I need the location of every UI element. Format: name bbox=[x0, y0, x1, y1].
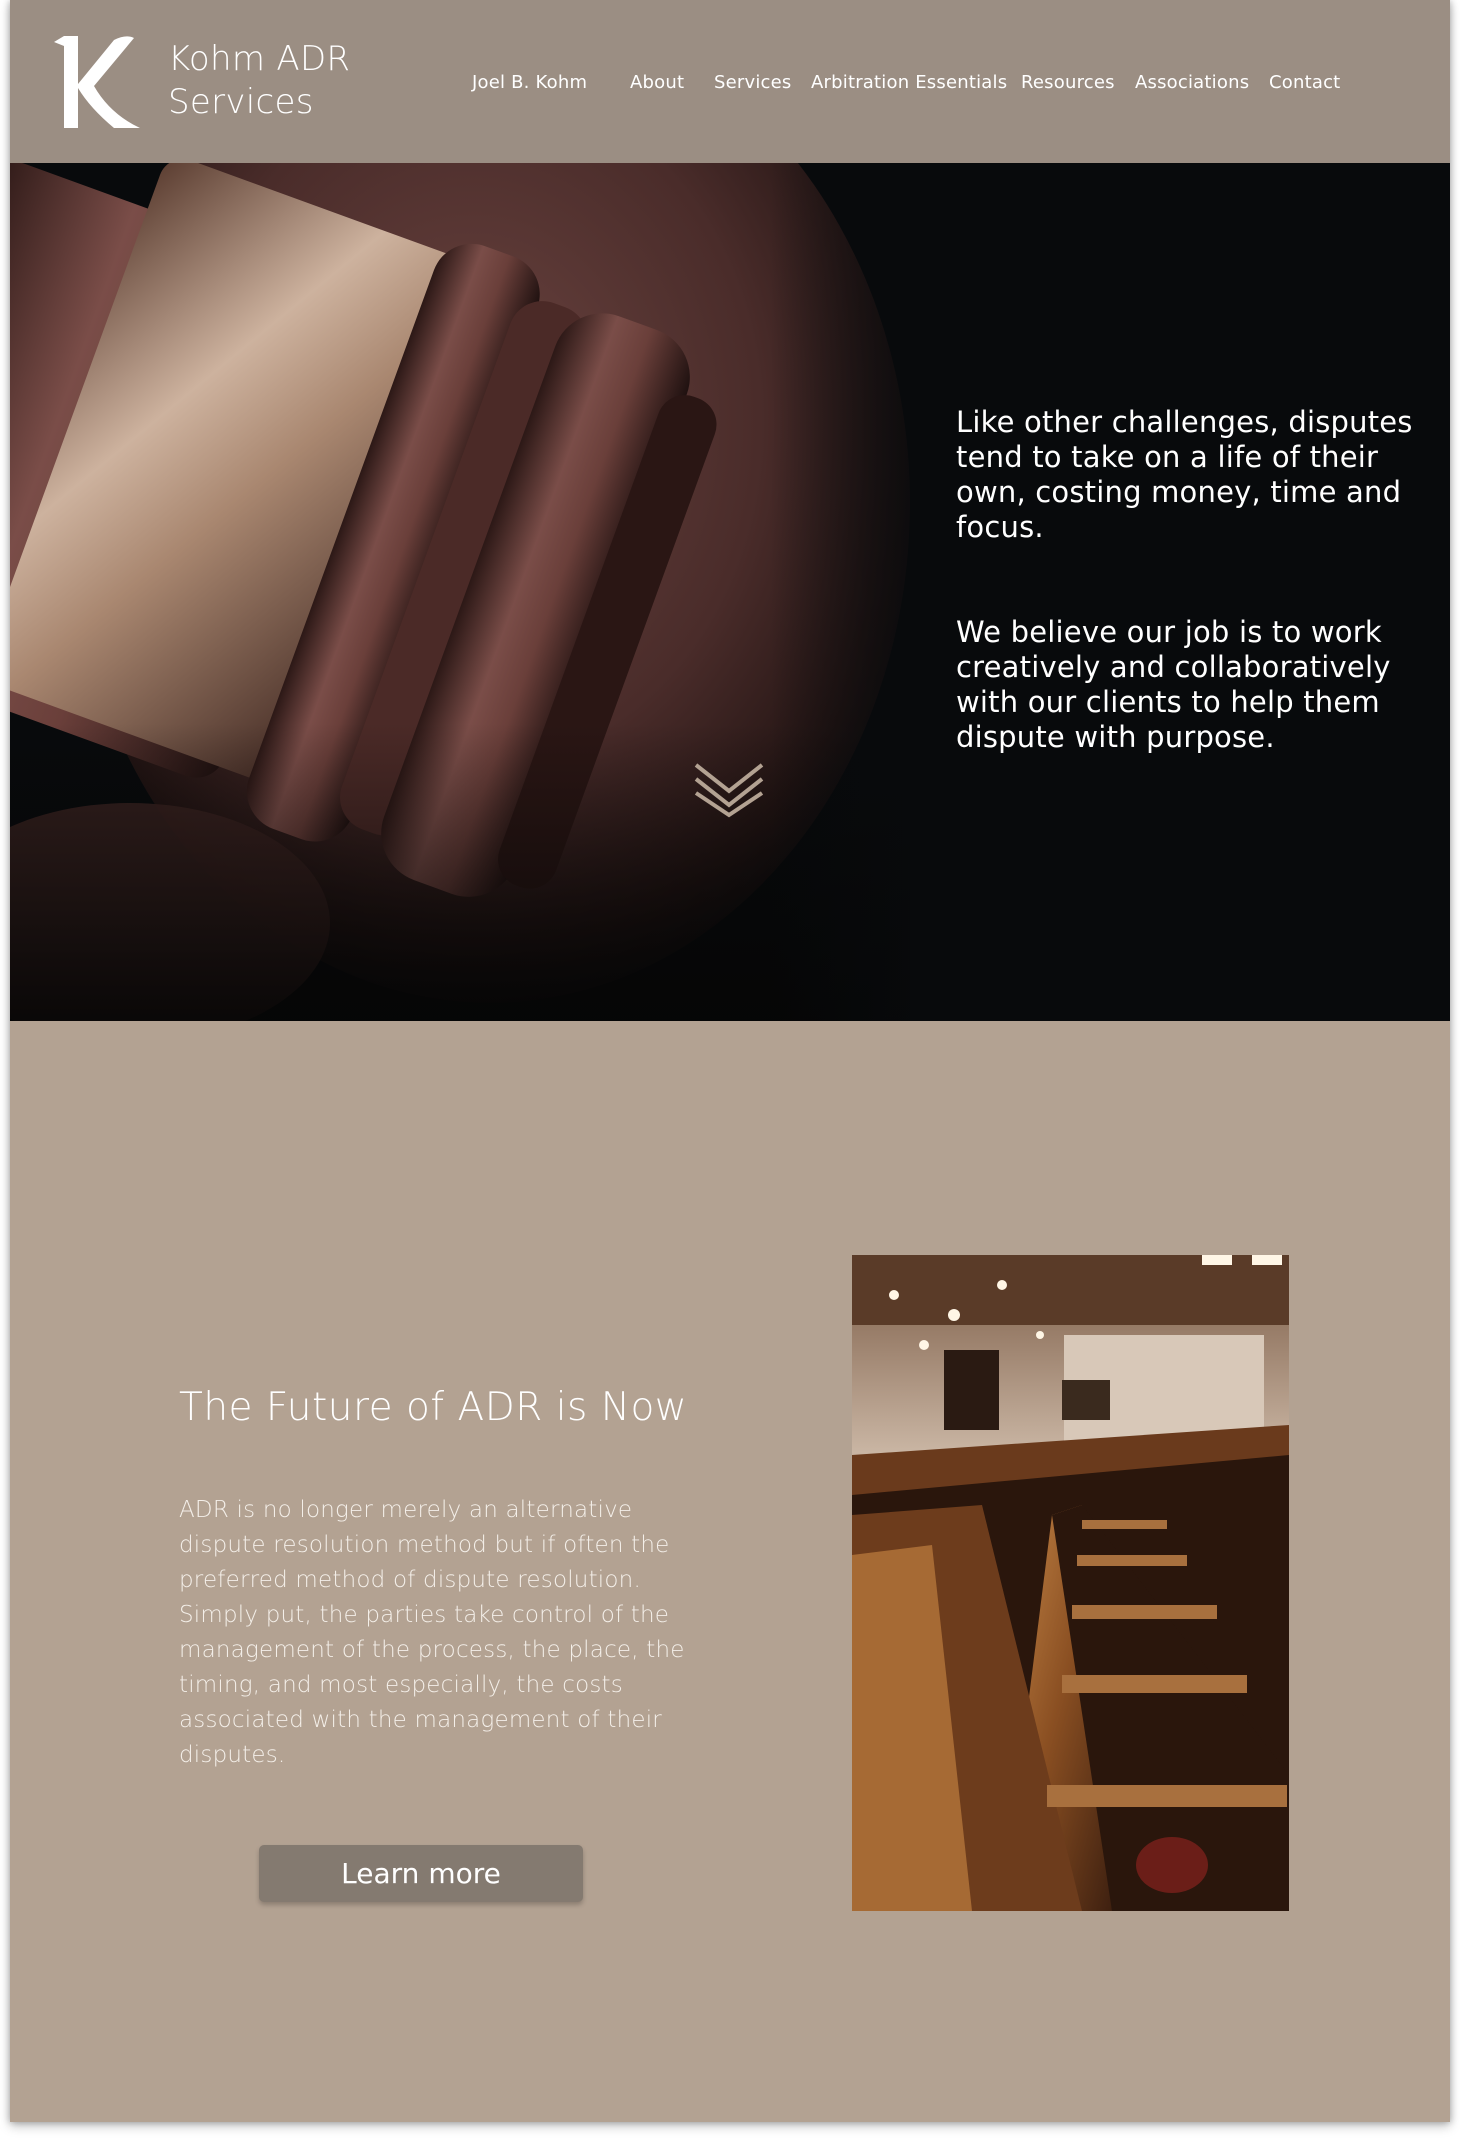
hero-paragraph-2: We believe our job is to work creatively… bbox=[956, 615, 1391, 754]
nav-item-resources[interactable]: Resources bbox=[1021, 70, 1135, 96]
learn-more-button[interactable]: Learn more bbox=[259, 1845, 583, 1902]
nav-item-joel-b-kohm[interactable]: Joel B. Kohm bbox=[472, 70, 630, 96]
future-section: The Future of ADR is Now ADR is no longe… bbox=[10, 1021, 1450, 2122]
brand-line-2: Services bbox=[168, 82, 314, 122]
site-header: Kohm ADR Services Joel B. Kohm About Ser… bbox=[10, 0, 1450, 163]
main-nav: Joel B. Kohm About Services Arbitration … bbox=[472, 70, 1349, 96]
brand-line-1: Kohm ADR bbox=[168, 39, 351, 79]
hero-section: Like other challenges, disputes tend to … bbox=[10, 163, 1450, 1021]
hero-text: Like other challenges, disputes tend to … bbox=[956, 405, 1426, 755]
section-body: ADR is no longer merely an alternative d… bbox=[179, 1497, 685, 1768]
courtroom-pews-image bbox=[852, 1255, 1289, 1911]
nav-item-contact[interactable]: Contact bbox=[1269, 70, 1349, 96]
nav-item-arbitration-essentials[interactable]: Arbitration Essentials bbox=[811, 70, 1021, 96]
section-heading: The Future of ADR is Now bbox=[179, 1385, 688, 1430]
brand-name[interactable]: Kohm ADR Services bbox=[168, 38, 350, 124]
page: Kohm ADR Services Joel B. Kohm About Ser… bbox=[10, 0, 1450, 2122]
nav-item-about[interactable]: About bbox=[630, 70, 714, 96]
nav-item-associations[interactable]: Associations bbox=[1135, 70, 1269, 96]
nav-item-services[interactable]: Services bbox=[714, 70, 811, 96]
k-logo-icon[interactable] bbox=[52, 36, 152, 128]
hero-paragraph-1: Like other challenges, disputes tend to … bbox=[956, 405, 1413, 544]
double-chevron-down-icon[interactable] bbox=[692, 757, 766, 819]
